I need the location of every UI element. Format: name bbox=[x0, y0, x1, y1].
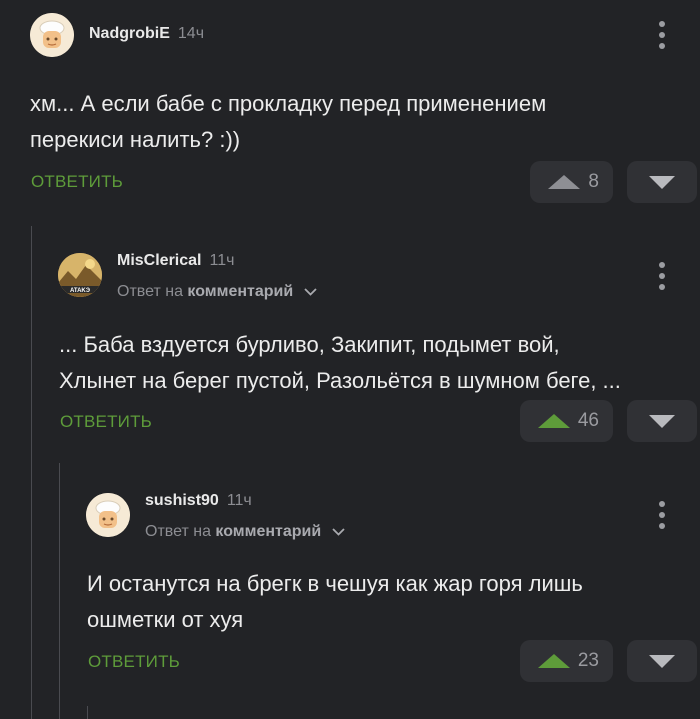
comment-time: 11ч bbox=[209, 252, 235, 269]
reply-to-link[interactable]: Ответ на комментарий bbox=[117, 283, 317, 301]
kebab-menu-icon[interactable] bbox=[658, 262, 666, 290]
downvote-icon bbox=[649, 415, 675, 428]
upvote-button[interactable]: 46 bbox=[520, 400, 613, 442]
comment-text: ... Баба вздуется бурливо, Закипит, поды… bbox=[59, 327, 621, 399]
downvote-button[interactable] bbox=[627, 161, 697, 203]
comment-text: И останутся на брегк в чешуя как жар гор… bbox=[87, 566, 583, 638]
author-name[interactable]: sushist90 bbox=[145, 492, 219, 509]
reply-to-target[interactable]: комментарий bbox=[215, 523, 321, 540]
comment-author[interactable]: sushist90 11ч bbox=[145, 492, 252, 510]
reply-to-prefix: Ответ на bbox=[145, 523, 211, 540]
downvote-icon bbox=[649, 655, 675, 668]
comment-author[interactable]: MisClerical 11ч bbox=[117, 252, 234, 270]
comment-author[interactable]: NadgrobiE 14ч bbox=[89, 25, 204, 43]
downvote-icon bbox=[649, 176, 675, 189]
comment-text-line: перекиси налить? :)) bbox=[30, 127, 241, 152]
upvote-button[interactable]: 8 bbox=[530, 161, 613, 203]
comment-text-line: ... Баба вздуется бурливо, Закипит, поды… bbox=[59, 332, 560, 357]
comment-time: 11ч bbox=[226, 492, 252, 509]
author-name[interactable]: NadgrobiE bbox=[89, 25, 170, 42]
reply-to-prefix: Ответ на bbox=[117, 283, 183, 300]
kebab-menu-icon[interactable] bbox=[658, 501, 666, 529]
reply-button[interactable]: ОТВЕТИТЬ bbox=[31, 172, 123, 192]
upvote-icon bbox=[538, 414, 570, 428]
reply-button[interactable]: ОТВЕТИТЬ bbox=[88, 652, 180, 672]
chevron-down-icon[interactable] bbox=[332, 528, 345, 536]
avatar[interactable] bbox=[86, 493, 130, 537]
comment: ATAKЭ MisClerical 11ч Ответ на комментари… bbox=[0, 226, 700, 463]
avatar[interactable] bbox=[30, 13, 74, 57]
comment-text-line: ошметки от хуя bbox=[87, 607, 244, 632]
reply-to-target[interactable]: комментарий bbox=[187, 283, 293, 300]
comment-text-line: Хлынет на берег пустой, Разольётся в шум… bbox=[59, 368, 621, 393]
vote-count: 8 bbox=[588, 171, 599, 192]
vote-count: 23 bbox=[577, 650, 599, 671]
comment-text-line: И останутся на брегк в чешуя как жар гор… bbox=[87, 571, 583, 596]
chevron-down-icon[interactable] bbox=[304, 288, 317, 296]
upvote-button[interactable]: 23 bbox=[520, 640, 613, 682]
comment-time: 14ч bbox=[177, 25, 205, 42]
avatar[interactable]: ATAKЭ bbox=[58, 253, 102, 297]
reply-to-link[interactable]: Ответ на комментарий bbox=[145, 523, 345, 541]
svg-text:ATAKЭ: ATAKЭ bbox=[70, 288, 91, 294]
comment-text-line: хм... А если бабе с прокладку перед прим… bbox=[30, 91, 547, 116]
downvote-button[interactable] bbox=[627, 400, 697, 442]
upvote-icon bbox=[548, 175, 580, 189]
comment: sushist90 11ч Ответ на комментарий И оста… bbox=[0, 463, 700, 719]
downvote-button[interactable] bbox=[627, 640, 697, 682]
kebab-menu-icon[interactable] bbox=[658, 21, 666, 49]
comment: NadgrobiE 14ч хм... А если бабе с проклад… bbox=[0, 0, 700, 226]
comment-text: хм... А если бабе с прокладку перед прим… bbox=[30, 86, 546, 158]
reply-button[interactable]: ОТВЕТИТЬ bbox=[60, 412, 152, 432]
vote-count: 46 bbox=[577, 410, 599, 431]
upvote-icon bbox=[538, 654, 570, 668]
author-name[interactable]: MisClerical bbox=[117, 252, 201, 269]
